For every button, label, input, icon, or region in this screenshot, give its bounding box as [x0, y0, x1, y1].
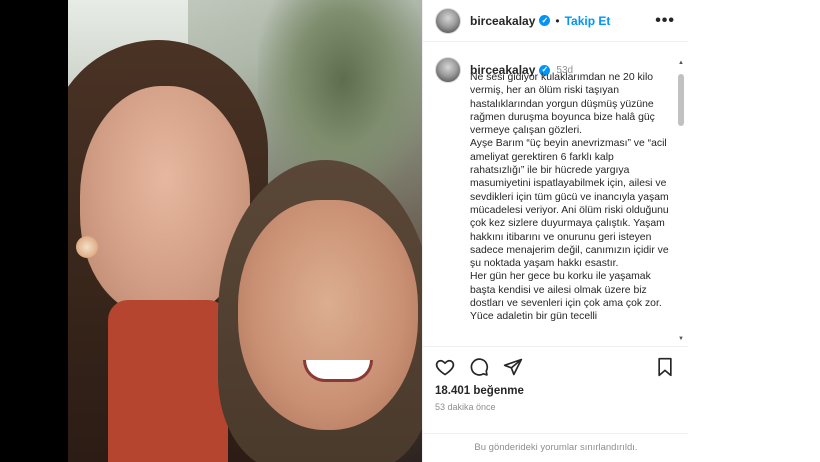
verified-badge-icon: ✓	[539, 15, 551, 26]
post-time-ago[interactable]: 53 dakika önce	[435, 402, 496, 412]
caption-paragraph: Ayşe Barım “üç beyin anevrizması” ve “ac…	[470, 138, 669, 270]
scroll-down-icon[interactable]: ▼	[678, 336, 684, 342]
scroll-up-icon[interactable]: ▲	[678, 60, 684, 66]
page-background-right	[688, 0, 820, 462]
likes-count[interactable]: 18.401 beğenme	[435, 385, 524, 397]
photo-person-left-shirt	[108, 300, 228, 462]
post-photo[interactable]	[68, 0, 422, 462]
post-modal: birceakalay ✓ • Takip Et ••• birceakalay…	[68, 0, 820, 462]
bookmark-icon[interactable]	[655, 357, 675, 377]
caption-paragraph: Ne sesi gidiyor kulaklarımdan ne 20 kilo…	[470, 72, 655, 137]
heart-icon[interactable]	[435, 357, 455, 377]
action-icons	[435, 357, 523, 377]
more-options-icon[interactable]: •••	[655, 12, 675, 30]
comments-restricted-notice: Bu gönderideki yorumlar sınırlandırıldı.	[423, 433, 689, 462]
photo-person-right-face	[238, 200, 418, 430]
caption-text: Ne sesi gidiyor kulaklarımdan ne 20 kilo…	[470, 71, 670, 324]
photo-smile	[303, 360, 373, 382]
comment-icon[interactable]	[469, 357, 489, 377]
post-actions: 18.401 beğenme 53 dakika önce Bu gönderi…	[423, 346, 689, 462]
photo-earring	[76, 236, 98, 258]
share-icon[interactable]	[503, 357, 523, 377]
header-separator: •	[555, 13, 560, 28]
post-side-panel: birceakalay ✓ • Takip Et ••• birceakalay…	[422, 0, 689, 462]
caption-area[interactable]: birceakalay ✓ 53d Ne sesi gidiyor kulakl…	[423, 43, 689, 345]
caption-paragraph: Her gün her gece bu korku ile yaşamak ba…	[470, 271, 662, 323]
post-header: birceakalay ✓ • Takip Et •••	[423, 0, 689, 42]
scroll-thumb[interactable]	[678, 74, 684, 126]
follow-button[interactable]: Takip Et	[565, 14, 611, 28]
caption-avatar[interactable]	[435, 57, 461, 83]
caption-scrollbar[interactable]: ▲ ▼	[677, 60, 685, 342]
header-username[interactable]: birceakalay	[470, 14, 535, 28]
avatar[interactable]	[435, 7, 461, 34]
